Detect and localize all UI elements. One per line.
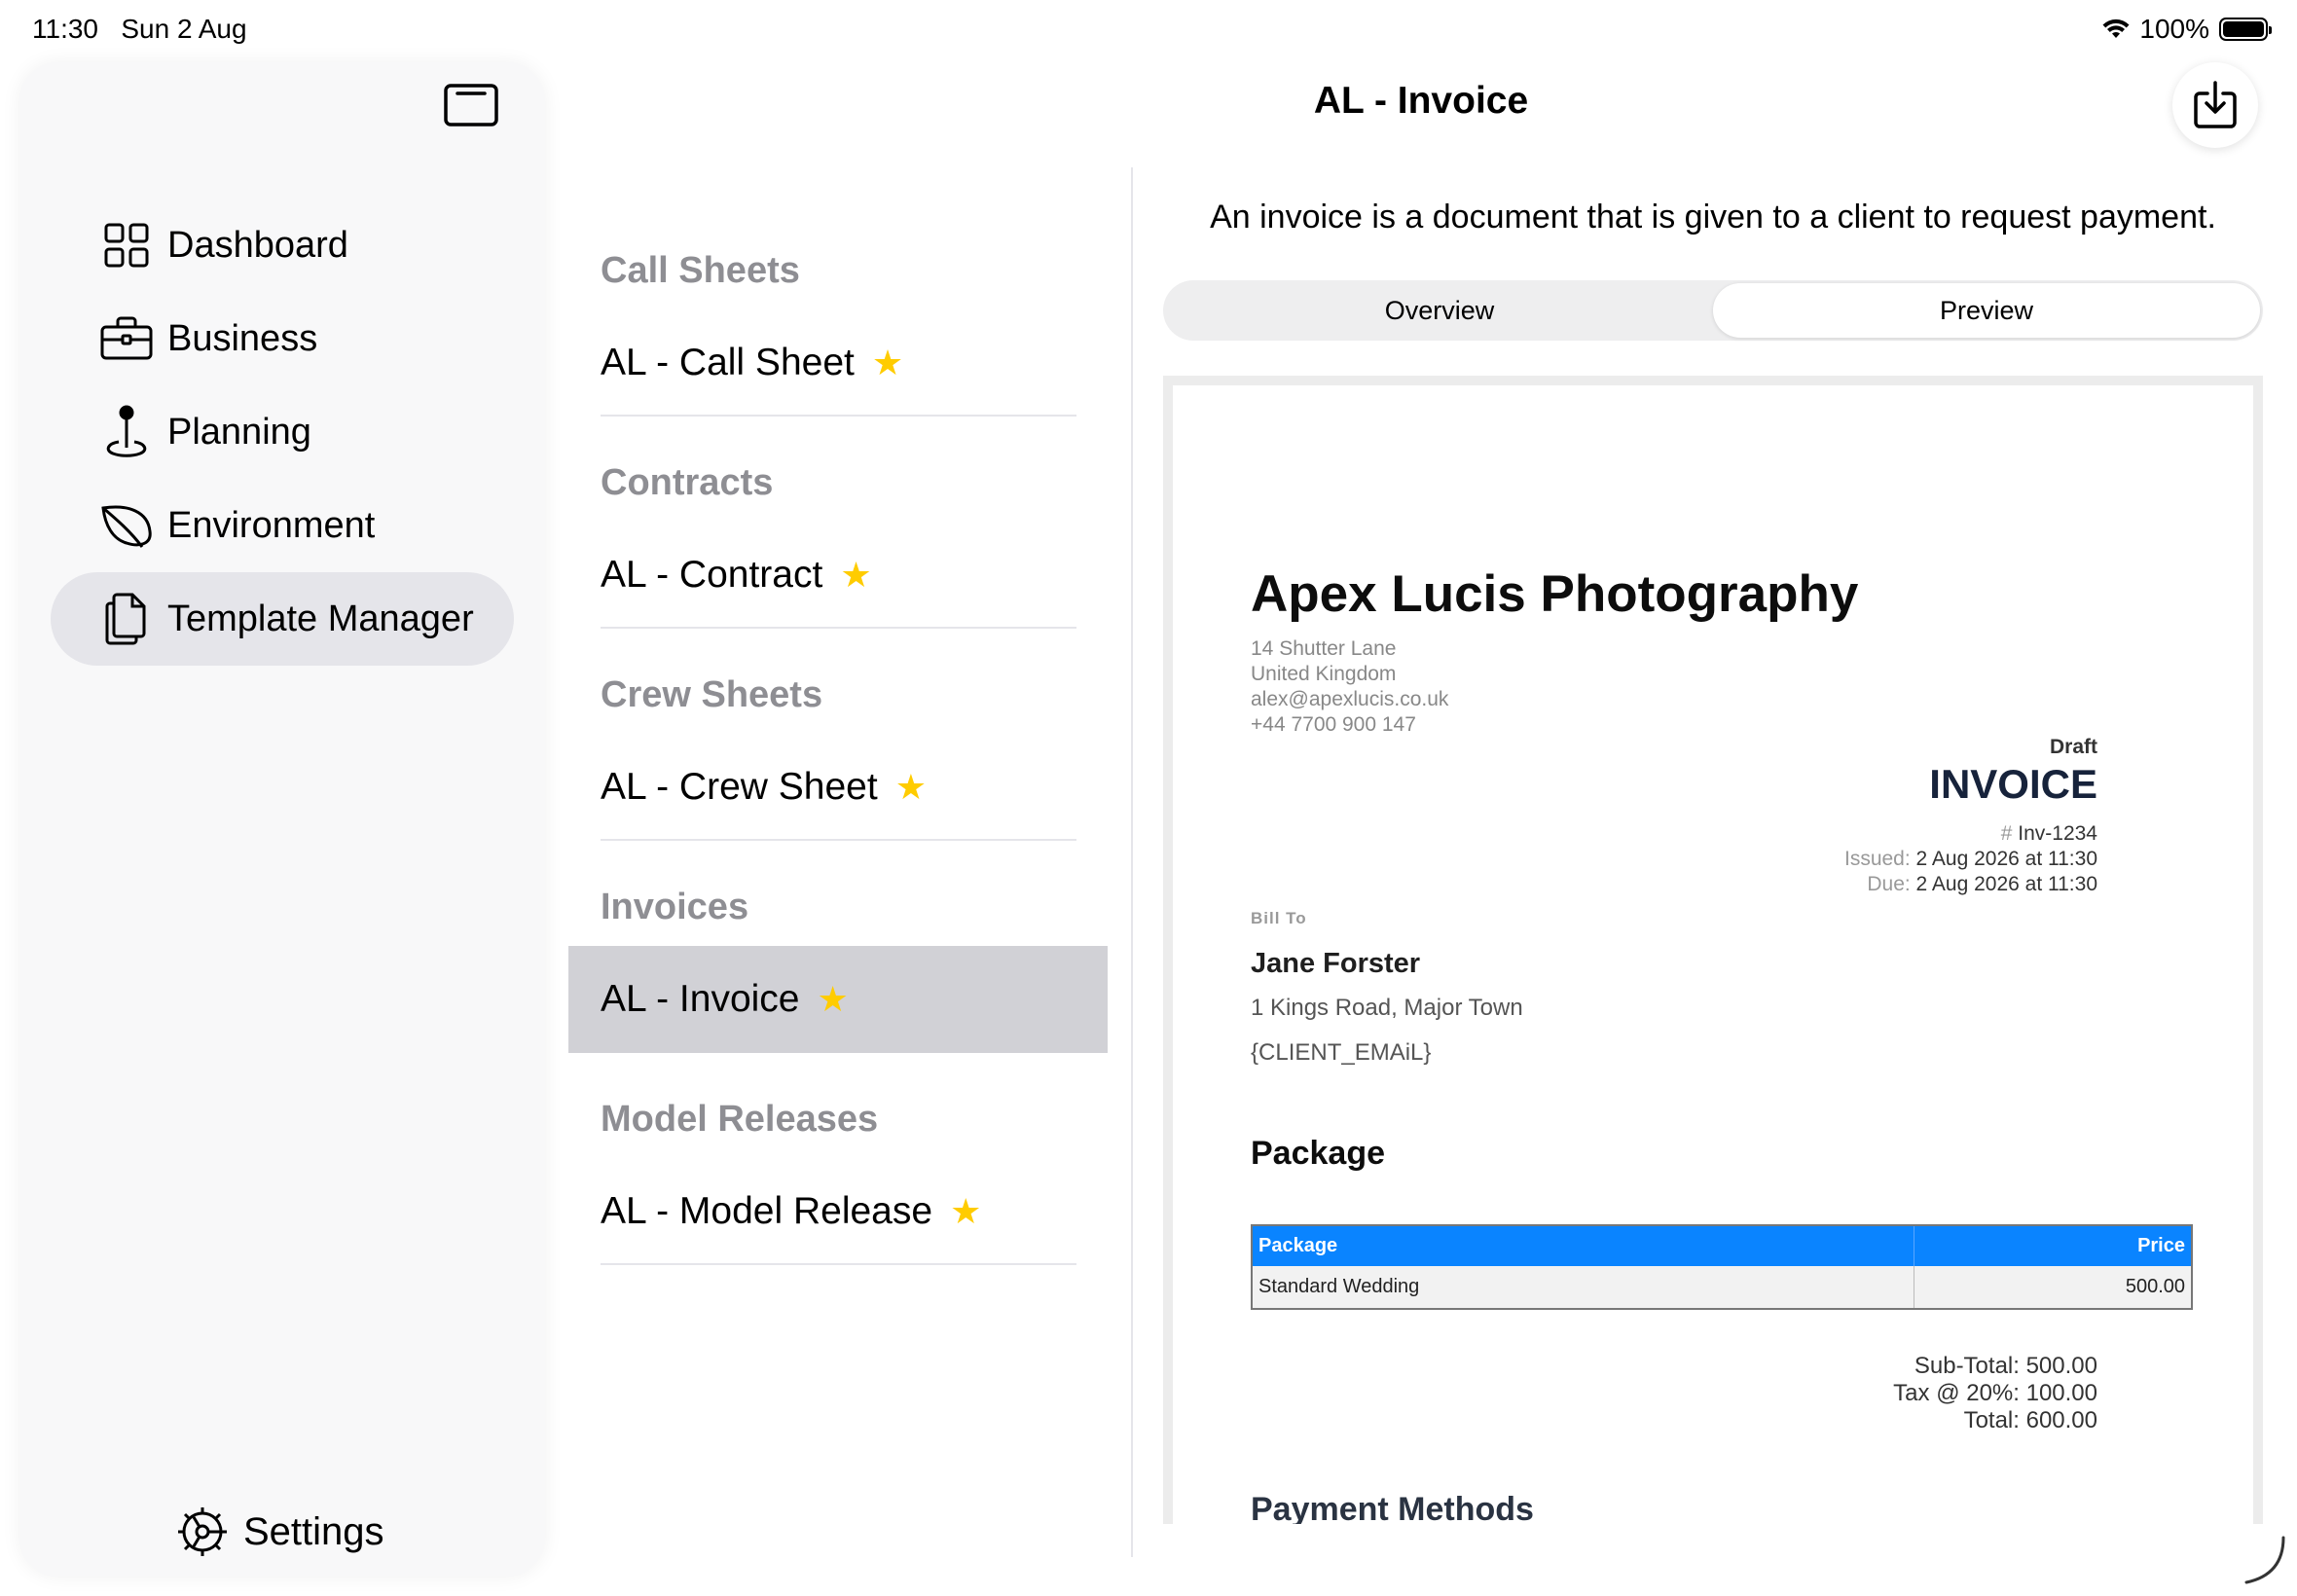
briefcase-icon [99, 311, 154, 366]
star-icon: ★ [950, 1191, 982, 1231]
star-icon: ★ [817, 979, 849, 1019]
template-name: AL - Contract [601, 554, 823, 596]
number-label: # [2000, 822, 2013, 845]
package-table: Package Price Standard Wedding 500.00 [1251, 1224, 2193, 1310]
sidebar-icon [444, 84, 498, 127]
section-header: Crew Sheets [601, 674, 823, 715]
address-line: +44 7700 900 147 [1251, 713, 1416, 736]
sidebar-item-template-manager[interactable]: Template Manager [51, 572, 514, 666]
due-label: Due: [1867, 873, 1911, 895]
template-row[interactable]: AL - Crew Sheet ★ [568, 734, 1108, 841]
section-invoices: Invoices AL - Invoice ★ [568, 841, 1108, 1053]
invoice-page: Apex Lucis Photography 14 Shutter Lane U… [1173, 385, 2253, 1524]
template-row[interactable]: AL - Call Sheet ★ [568, 309, 1108, 417]
section-header: Model Releases [601, 1099, 879, 1140]
template-name: AL - Model Release [601, 1190, 933, 1232]
leaf-icon [99, 498, 154, 553]
sidebar-item-business[interactable]: Business [51, 292, 514, 385]
star-icon: ★ [871, 343, 904, 382]
star-icon: ★ [840, 555, 872, 595]
due-date: 2 Aug 2026 at 11:30 [1915, 873, 2097, 895]
sidebar-item-label: Environment [167, 504, 376, 546]
star-icon: ★ [894, 767, 927, 807]
totals: Sub-Total: 500.00 Tax @ 20%: 100.00 Tota… [1893, 1353, 2097, 1434]
page-title: AL - Invoice [1313, 80, 1529, 122]
documents-icon [99, 592, 154, 646]
section-model-releases: Model Releases AL - Model Release ★ [568, 1053, 1108, 1265]
template-name: AL - Crew Sheet [601, 766, 878, 808]
document-preview[interactable]: Apex Lucis Photography 14 Shutter Lane U… [1163, 376, 2263, 1524]
table-row: Standard Wedding 500.00 [1252, 1266, 2193, 1309]
subtotal: Sub-Total: 500.00 [1914, 1353, 2097, 1379]
section-header: Call Sheets [601, 250, 800, 291]
template-row[interactable]: AL - Model Release ★ [568, 1158, 1108, 1265]
tab-preview[interactable]: Preview [1713, 283, 2260, 338]
resize-handle-icon[interactable] [2229, 1528, 2297, 1596]
section-crew-sheets: Crew Sheets AL - Crew Sheet ★ [568, 629, 1108, 841]
package-heading: Package [1251, 1135, 1385, 1172]
map-pin-icon [99, 405, 154, 459]
sidebar-item-planning[interactable]: Planning [51, 385, 514, 479]
sidebar-item-dashboard[interactable]: Dashboard [51, 199, 514, 292]
section-contracts: Contracts AL - Contract ★ [568, 417, 1108, 629]
section-header: Invoices [601, 887, 749, 927]
tab-overview[interactable]: Overview [1166, 283, 1713, 338]
price-cell: 500.00 [1914, 1266, 2193, 1309]
company-address: 14 Shutter Lane United Kingdom alex@apex… [1251, 636, 1448, 738]
template-row-selected[interactable]: AL - Invoice ★ [568, 946, 1108, 1053]
column-header-price: Price [1914, 1225, 2193, 1266]
download-tray-icon [2194, 81, 2237, 128]
wifi-icon [2102, 18, 2130, 38]
invoice-meta: # Inv-1234 Issued: 2 Aug 2026 at 11:30 D… [1844, 821, 2097, 897]
battery-icon [2219, 18, 2272, 41]
sidebar-toggle-button[interactable] [444, 84, 498, 127]
company-name: Apex Lucis Photography [1251, 565, 1859, 623]
invoice-heading: INVOICE [1929, 761, 2097, 807]
status-bar: 11:30 Sun 2 Aug 100% [0, 0, 2297, 60]
section-call-sheets: Call Sheets AL - Call Sheet ★ [568, 204, 1108, 417]
address-line: 14 Shutter Lane [1251, 637, 1397, 660]
bill-to-label: Bill To [1251, 909, 1307, 927]
address-line: alex@apexlucis.co.uk [1251, 688, 1449, 710]
sidebar: Dashboard Business Planning Environment … [19, 62, 545, 1577]
sidebar-item-label: Template Manager [167, 598, 474, 639]
invoice-number: Inv-1234 [2018, 822, 2097, 845]
section-header: Contracts [601, 462, 774, 503]
total: Total: 600.00 [1963, 1407, 2097, 1433]
settings-label: Settings [243, 1509, 384, 1553]
column-divider [1131, 167, 1133, 1557]
invoice-status: Draft [2049, 736, 2097, 758]
sidebar-item-label: Planning [167, 411, 311, 453]
sidebar-item-label: Dashboard [167, 224, 348, 266]
client-name: Jane Forster [1251, 948, 1421, 979]
sidebar-item-label: Business [167, 317, 318, 359]
settings-button[interactable]: Settings [175, 1505, 384, 1559]
template-description: An invoice is a document that is given t… [1210, 199, 2216, 236]
payment-methods-heading: Payment Methods [1251, 1491, 1534, 1524]
issued-date: 2 Aug 2026 at 11:30 [1915, 848, 2097, 870]
table-header-row: Package Price [1252, 1225, 2193, 1266]
template-row[interactable]: AL - Contract ★ [568, 522, 1108, 629]
address-line: United Kingdom [1251, 663, 1397, 685]
gear-icon [178, 1507, 227, 1556]
status-time: 11:30 Sun 2 Aug [32, 14, 247, 44]
view-segmented-control: Overview Preview [1163, 280, 2263, 341]
template-list: Call Sheets AL - Call Sheet ★ Contracts … [568, 204, 1108, 1265]
tax: Tax @ 20%: 100.00 [1893, 1380, 2097, 1406]
template-name: AL - Invoice [601, 978, 800, 1020]
status-indicators: 100% [2102, 14, 2272, 45]
column-header-package: Package [1252, 1225, 1914, 1266]
sidebar-item-environment[interactable]: Environment [51, 479, 514, 572]
template-name: AL - Call Sheet [601, 342, 855, 383]
export-button[interactable] [2172, 62, 2258, 148]
sidebar-nav: Dashboard Business Planning Environment … [51, 199, 514, 666]
battery-percent: 100% [2139, 14, 2209, 44]
client-email: {CLIENT_EMAiL} [1251, 1039, 1432, 1066]
package-cell: Standard Wedding [1252, 1266, 1914, 1309]
issued-label: Issued: [1843, 848, 1911, 870]
grid-icon [99, 218, 154, 272]
client-address: 1 Kings Road, Major Town [1251, 995, 1523, 1021]
